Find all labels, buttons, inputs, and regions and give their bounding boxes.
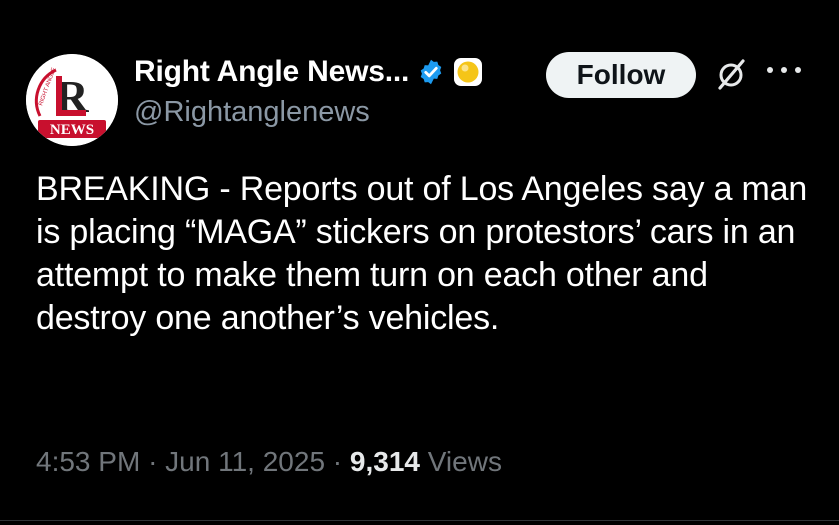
tweet-header: R NEWS RIGHT ANGLE Right Angle News... @… bbox=[26, 40, 816, 146]
views-count[interactable]: 9,314 bbox=[350, 446, 420, 477]
name-row: Right Angle News... bbox=[134, 50, 483, 94]
avatar[interactable]: R NEWS RIGHT ANGLE bbox=[26, 54, 118, 146]
tweet-date[interactable]: Jun 11, 2025 bbox=[165, 446, 325, 477]
author-handle[interactable]: @Rightanglenews bbox=[134, 96, 483, 129]
grok-icon[interactable] bbox=[714, 58, 748, 92]
author-identity: Right Angle News... @Rightanglenews bbox=[134, 50, 483, 129]
follow-button[interactable]: Follow bbox=[546, 52, 696, 98]
verified-badge-icon[interactable] bbox=[417, 58, 445, 86]
gold-circle-badge-icon[interactable] bbox=[453, 57, 483, 87]
divider bbox=[0, 520, 839, 521]
tweet-text: BREAKING - Reports out of Los Angeles sa… bbox=[36, 170, 808, 337]
more-options-icon[interactable] bbox=[762, 60, 806, 80]
meta-separator: · bbox=[148, 446, 158, 477]
avatar-bottom-text: NEWS bbox=[50, 122, 94, 138]
right-angle-news-logo-icon: R NEWS RIGHT ANGLE bbox=[26, 54, 118, 146]
tweet-time[interactable]: 4:53 PM bbox=[36, 446, 140, 477]
meta-separator: · bbox=[332, 446, 343, 477]
display-name[interactable]: Right Angle News... bbox=[134, 55, 409, 89]
views-label: Views bbox=[427, 446, 502, 477]
tweet-meta: 4:53 PM · Jun 11, 2025 · 9,314 Views bbox=[36, 446, 502, 478]
